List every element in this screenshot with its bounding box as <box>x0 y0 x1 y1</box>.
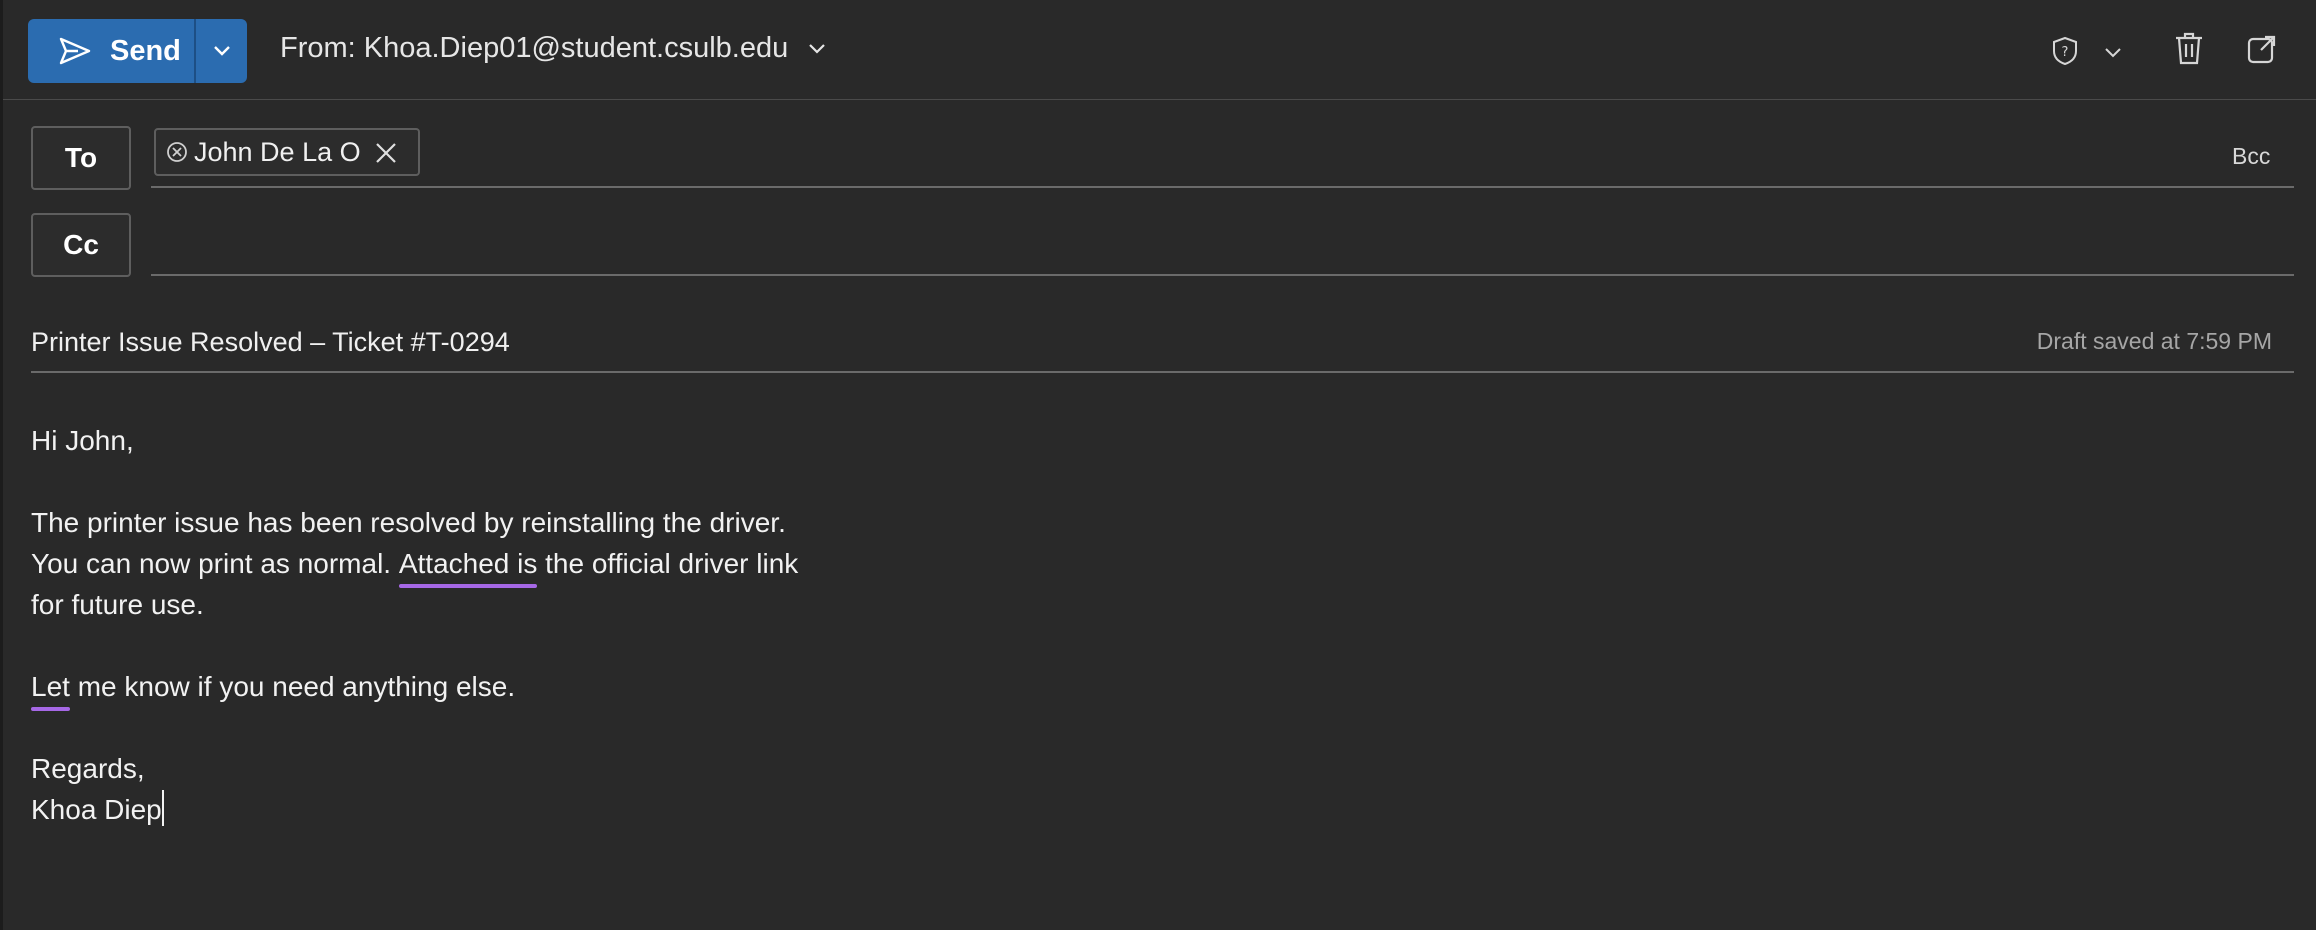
body-line: The printer issue has been resolved by r… <box>31 507 786 538</box>
chevron-down-icon <box>2105 48 2121 58</box>
cc-button[interactable]: Cc <box>31 213 131 277</box>
body-text: the official driver link <box>537 548 799 579</box>
from-account-selector[interactable]: From: Khoa.Diep01@student.csulb.edu <box>280 32 826 65</box>
send-button-group: Send <box>28 19 247 83</box>
to-label: To <box>64 142 98 173</box>
trash-icon <box>2176 32 2202 65</box>
body-line: Let me know if you need anything else. <box>31 666 798 711</box>
body-blank <box>31 625 798 666</box>
body-signature-line: Khoa Diep <box>31 789 798 830</box>
recipient-chip[interactable]: John De La O <box>154 128 420 176</box>
discard-button[interactable] <box>2174 32 2204 71</box>
close-icon[interactable] <box>374 141 398 165</box>
popout-icon <box>2247 35 2276 64</box>
body-text: You can now print as normal. <box>31 548 399 579</box>
recipient-name: John De La O <box>194 136 361 167</box>
body-line: You can now print as normal. Attached is… <box>31 543 799 588</box>
compose-toolbar: Send From: Khoa.Diep01@student.csulb.edu… <box>3 0 2316 100</box>
to-button[interactable]: To <box>31 126 131 190</box>
sensitivity-button[interactable]: ? <box>2051 36 2079 71</box>
send-label: Send <box>110 34 181 67</box>
bcc-button[interactable]: Bcc <box>2232 143 2270 170</box>
popout-button[interactable] <box>2247 34 2277 69</box>
send-button[interactable]: Send <box>28 19 196 83</box>
svg-text:?: ? <box>2062 45 2069 60</box>
body-closing: Regards, <box>31 753 145 784</box>
send-icon <box>59 37 91 65</box>
cc-field[interactable] <box>151 274 2294 276</box>
body-greeting: Hi John, <box>31 425 134 456</box>
text-cursor <box>161 790 164 826</box>
to-field-underline[interactable] <box>151 186 2294 188</box>
body-blank <box>31 707 798 748</box>
body-text: me know if you need anything else. <box>69 671 516 702</box>
send-options-dropdown[interactable] <box>196 19 247 83</box>
spellcheck-suggestion[interactable]: Let <box>31 666 70 711</box>
remove-recipient-icon[interactable] <box>166 141 188 163</box>
draft-status: Draft saved at 7:59 PM <box>2036 328 2272 354</box>
chevron-down-icon <box>213 46 230 56</box>
from-label: From: Khoa.Diep01@student.csulb.edu <box>280 32 789 64</box>
cc-label: Cc <box>63 229 99 260</box>
body-blank <box>31 461 798 502</box>
subject-field[interactable]: Printer Issue Resolved – Ticket #T-0294 <box>31 327 510 358</box>
body-signature: Khoa Diep <box>31 794 162 825</box>
chevron-down-icon <box>809 43 826 54</box>
spellcheck-suggestion[interactable]: Attached is <box>398 543 537 588</box>
body-line: for future use. <box>31 589 204 620</box>
sensitivity-dropdown[interactable] <box>2104 46 2122 64</box>
subject-underline <box>31 371 2294 373</box>
message-body[interactable]: Hi John, The printer issue has been reso… <box>31 420 798 830</box>
sensitivity-icon: ? <box>2053 36 2077 66</box>
